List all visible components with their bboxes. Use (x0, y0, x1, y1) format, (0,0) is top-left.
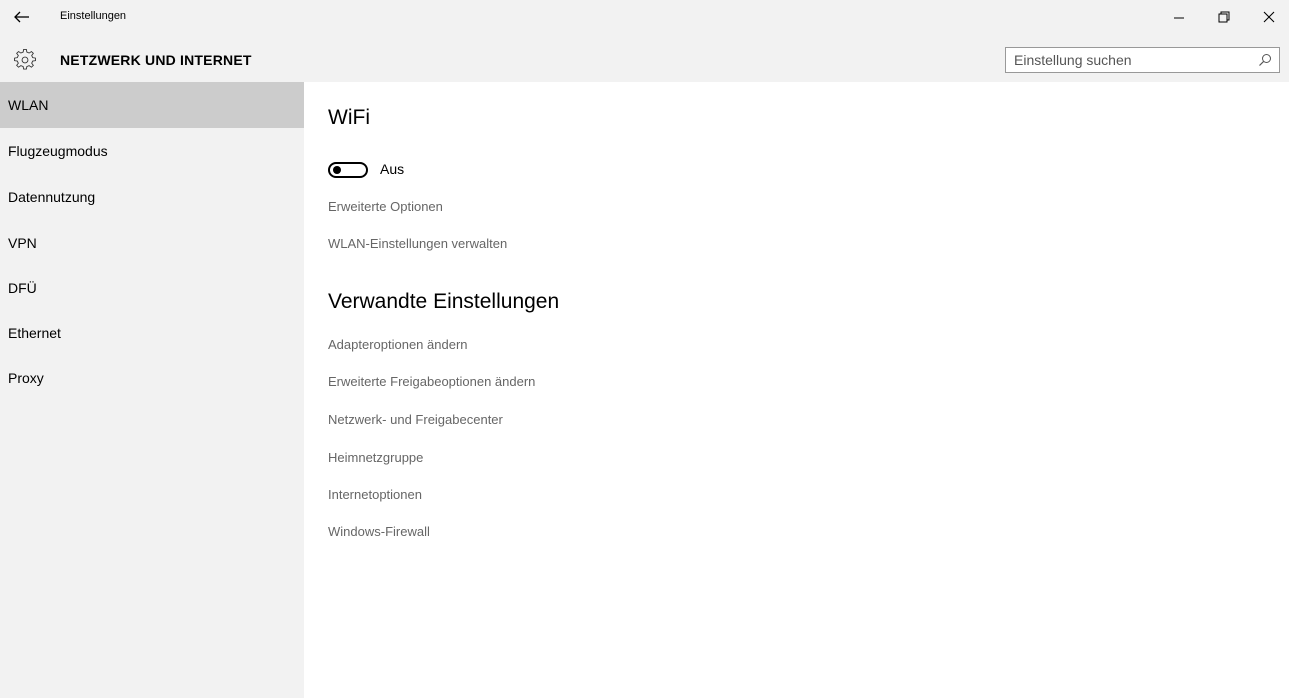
link-erweiterte-optionen[interactable]: Erweiterte Optionen (328, 199, 443, 214)
wifi-toggle-label: Aus (380, 161, 405, 177)
link-windows-firewall[interactable]: Windows-Firewall (328, 524, 430, 539)
link-heimnetzgruppe[interactable]: Heimnetzgruppe (328, 450, 423, 465)
toggle-knob (333, 166, 341, 174)
link-internetoptionen[interactable]: Internetoptionen (328, 487, 422, 502)
search-icon[interactable] (1258, 53, 1272, 67)
sidebar-item-vpn[interactable]: VPN (0, 220, 304, 266)
main-content: WiFi Aus Erweiterte Optionen WLAN-Einste… (304, 82, 1289, 698)
app-header: NETZWERK UND INTERNET (0, 34, 1289, 82)
search-box[interactable] (1005, 47, 1280, 73)
arrow-left-icon[interactable] (12, 9, 32, 25)
title-bar: Einstellungen (0, 0, 1289, 34)
page-title: NETZWERK UND INTERNET (60, 52, 252, 68)
wifi-toggle[interactable] (328, 162, 370, 178)
sidebar-item-dfu[interactable]: DFÜ (0, 265, 304, 311)
sidebar-item-flugzeugmodus[interactable]: Flugzeugmodus (0, 128, 304, 174)
settings-window: Einstellungen NETZWERK UND INTERNET Eins… (0, 0, 1289, 698)
sidebar-item-datennutzung[interactable]: Datennutzung (0, 174, 304, 220)
link-freigabeoptionen[interactable]: Erweiterte Freigabeoptionen ändern (328, 374, 535, 389)
gear-icon (14, 49, 36, 70)
wifi-heading: WiFi (328, 106, 370, 129)
search-input[interactable] (1006, 48, 1254, 72)
sidebar-item-wlan[interactable]: WLAN (0, 82, 304, 128)
sidebar-item-ethernet[interactable]: Ethernet (0, 310, 304, 356)
link-netzwerk-freigabecenter[interactable]: Netzwerk- und Freigabecenter (328, 412, 503, 427)
link-wlan-einstellungen-verwalten[interactable]: WLAN-Einstellungen verwalten (328, 236, 507, 251)
minimize-icon[interactable] (1170, 8, 1188, 26)
link-adapteroptionen[interactable]: Adapteroptionen ändern (328, 337, 468, 352)
sidebar-item-proxy[interactable]: Proxy (0, 355, 304, 401)
header: Einstellungen NETZWERK UND INTERNET (0, 0, 1289, 82)
window-title: Einstellungen (60, 10, 127, 22)
close-icon[interactable] (1260, 8, 1278, 26)
related-settings-heading: Verwandte Einstellungen (328, 290, 560, 313)
restore-icon[interactable] (1215, 8, 1233, 26)
sidebar: WLAN Flugzeugmodus Datennutzung VPN DFÜ … (0, 82, 304, 698)
